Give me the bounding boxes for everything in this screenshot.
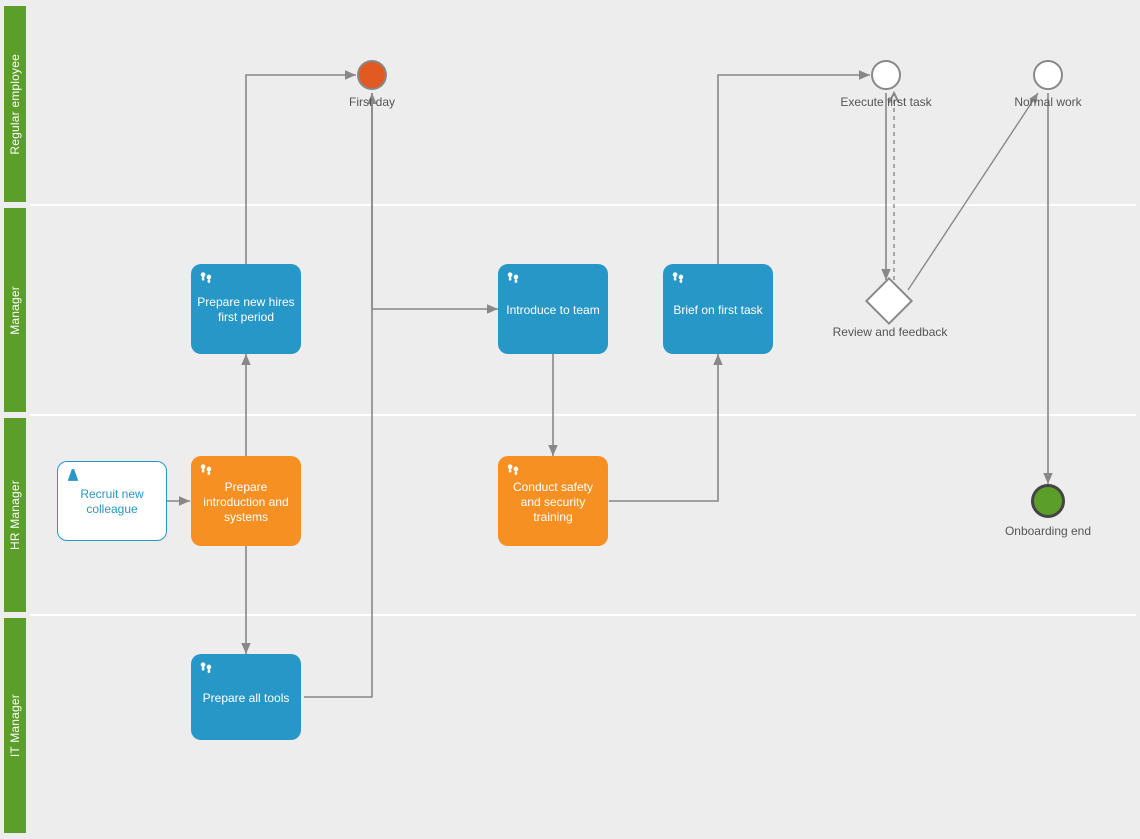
- event-normal-work[interactable]: [1033, 60, 1063, 90]
- footprint-icon: [671, 270, 685, 284]
- gateway-label: Review and feedback: [820, 325, 960, 339]
- lane-divider: [30, 614, 1136, 616]
- lane-manager: Manager: [4, 206, 26, 414]
- event-execute[interactable]: [871, 60, 901, 90]
- lane-divider: [30, 414, 1136, 416]
- task-introduce[interactable]: Introduce to team: [498, 264, 608, 354]
- lane-divider: [30, 204, 1136, 206]
- gateway-review[interactable]: [865, 277, 913, 325]
- lane-label: Regular employee: [8, 54, 22, 155]
- lane-hr-manager: HR Manager: [4, 416, 26, 614]
- task-label: Introduce to team: [506, 303, 599, 318]
- edges: [0, 0, 1140, 839]
- task-label: Prepare introduction and systems: [197, 480, 295, 525]
- footprint-icon: [199, 462, 213, 476]
- event-label: Execute first task: [816, 95, 956, 109]
- footprint-icon: [199, 270, 213, 284]
- task-conduct-training[interactable]: Conduct safety and security training: [498, 456, 608, 546]
- footprint-icon: [506, 270, 520, 284]
- footprint-icon: [506, 462, 520, 476]
- task-prepare-tools[interactable]: Prepare all tools: [191, 654, 301, 740]
- task-prepare-intro[interactable]: Prepare introduction and systems: [191, 456, 301, 546]
- event-label: Normal work: [978, 95, 1118, 109]
- task-label: Brief on first task: [673, 303, 762, 318]
- event-label: First day: [302, 95, 442, 109]
- lane-it-manager: IT Manager: [4, 616, 26, 835]
- task-label: Conduct safety and security training: [504, 480, 602, 525]
- end-event-label: Onboarding end: [978, 524, 1118, 538]
- lane-regular-employee: Regular employee: [4, 4, 26, 204]
- event-first-day[interactable]: [357, 60, 387, 90]
- task-label: Recruit new colleague: [64, 487, 160, 517]
- road-icon: [66, 468, 80, 482]
- task-prepare-period[interactable]: Prepare new hires first period: [191, 264, 301, 354]
- end-event-onboarding[interactable]: [1031, 484, 1065, 518]
- task-label: Prepare all tools: [203, 691, 290, 706]
- task-recruit[interactable]: Recruit new colleague: [57, 461, 167, 541]
- diagram-canvas: Regular employee Manager HR Manager IT M…: [0, 0, 1140, 839]
- lane-label: IT Manager: [8, 694, 22, 757]
- footprint-icon: [199, 660, 213, 674]
- lane-label: HR Manager: [8, 480, 22, 550]
- lane-label: Manager: [8, 286, 22, 335]
- task-label: Prepare new hires first period: [197, 295, 295, 325]
- task-brief[interactable]: Brief on first task: [663, 264, 773, 354]
